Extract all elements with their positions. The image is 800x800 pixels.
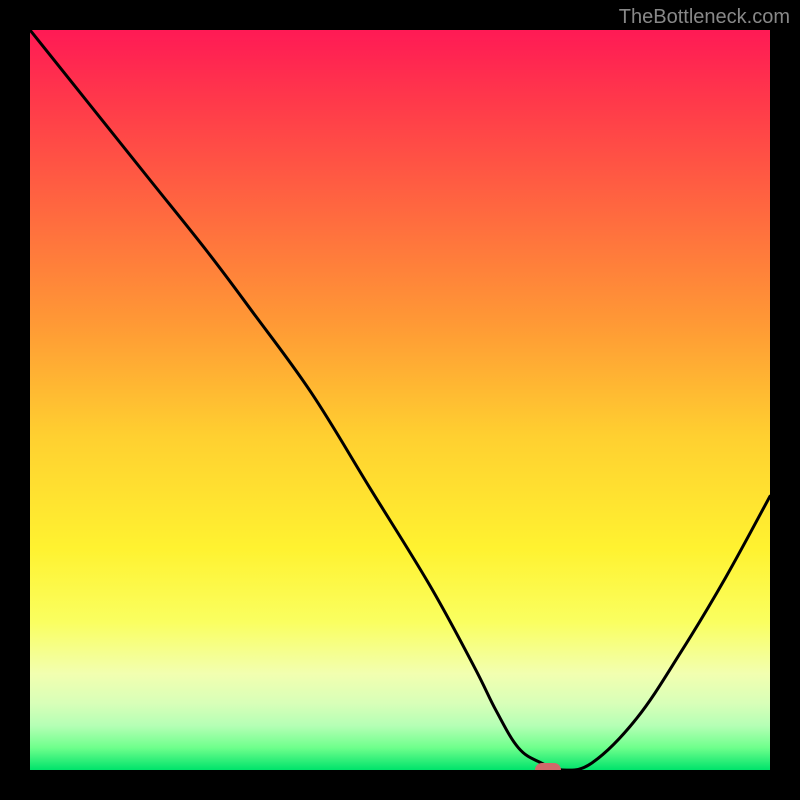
bottleneck-curve (30, 30, 770, 770)
watermark-label: TheBottleneck.com (619, 6, 790, 29)
plot-area (30, 30, 770, 770)
optimal-marker (535, 763, 561, 770)
